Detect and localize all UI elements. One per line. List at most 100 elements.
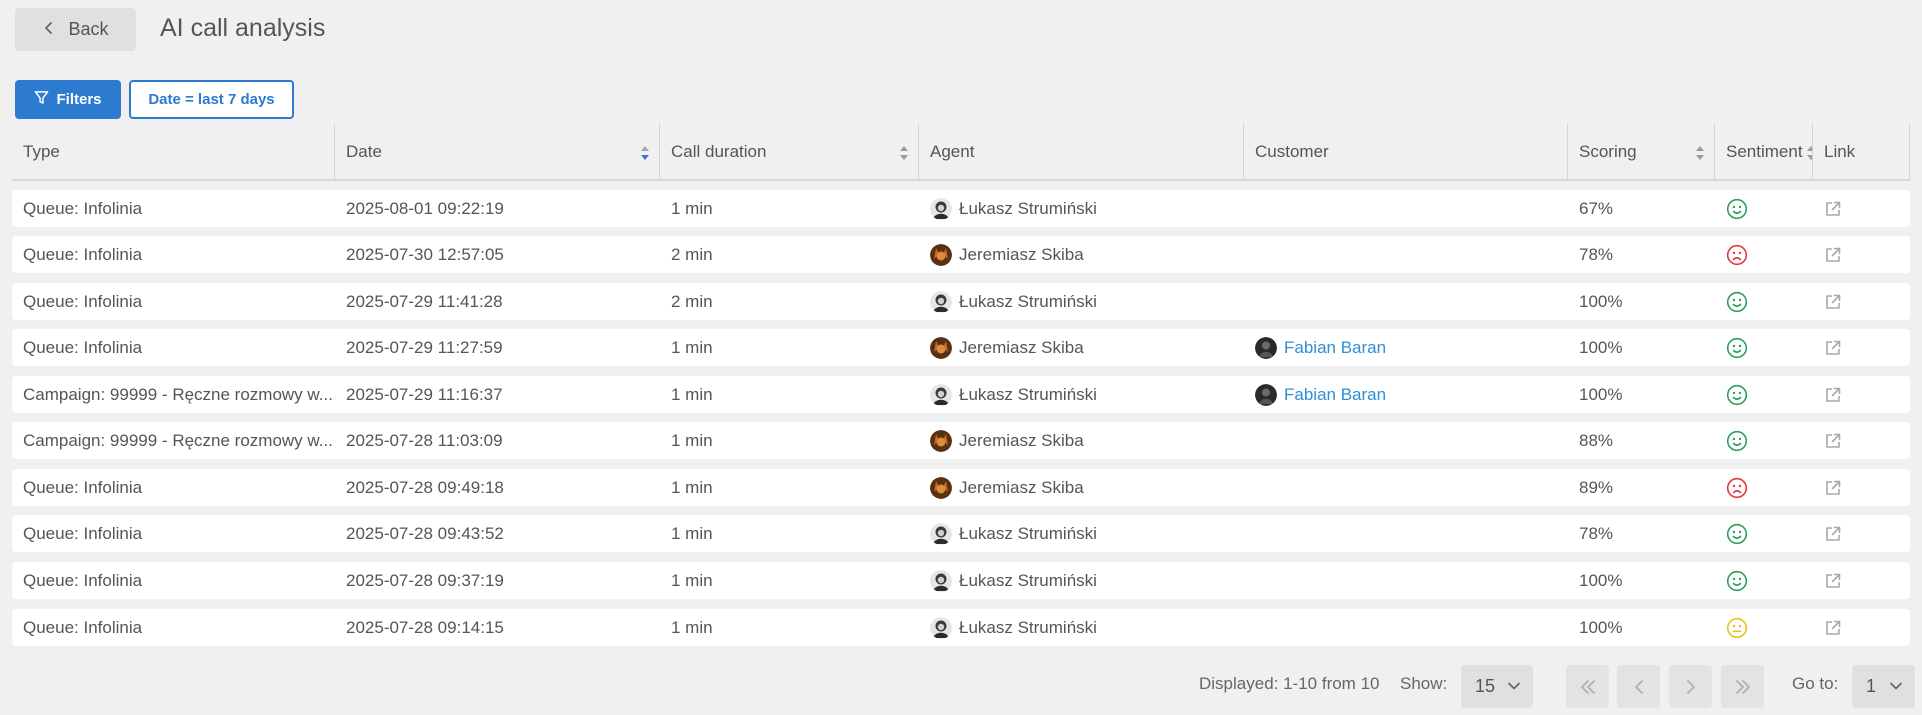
cell-agent: Łukasz Strumiński <box>919 562 1244 599</box>
cell-scoring: 67% <box>1579 198 1614 218</box>
last-page-button[interactable] <box>1721 665 1764 708</box>
external-link-icon[interactable] <box>1824 200 1842 218</box>
table-row[interactable]: Campaign: 99999 - Ręczne rozmowy w... 202… <box>12 422 1910 459</box>
table-row[interactable]: Queue: Infolinia 2025-07-29 11:41:28 2 min… <box>12 283 1910 320</box>
cell-sentiment <box>1715 329 1813 366</box>
cell-sentiment <box>1715 609 1813 646</box>
agent-name: Łukasz Strumiński <box>959 617 1097 637</box>
sort-active-icon <box>641 146 649 160</box>
cell-link <box>1813 469 1910 506</box>
goto-page-select[interactable]: 1 <box>1852 665 1915 708</box>
table-row[interactable]: Queue: Infolinia 2025-07-30 12:57:05 2 min… <box>12 236 1910 273</box>
customer-link[interactable]: Fabian Baran <box>1284 338 1386 358</box>
filters-label: Filters <box>56 91 102 108</box>
agent-name: Jeremiasz Skiba <box>959 337 1084 357</box>
column-header-label: Link <box>1824 142 1856 161</box>
column-header-label: Agent <box>930 142 975 161</box>
cell-sentiment <box>1715 515 1813 552</box>
filter-chip-date[interactable]: Date = last 7 days <box>129 80 294 119</box>
external-link-icon[interactable] <box>1824 572 1842 590</box>
cell-sentiment <box>1715 236 1813 273</box>
table-row[interactable]: Queue: Infolinia 2025-08-01 09:22:19 1 min… <box>12 190 1910 227</box>
cell-date: 2025-07-28 09:49:18 <box>346 477 504 497</box>
chevron-down-icon <box>1508 682 1520 690</box>
column-header-agent[interactable]: Agent <box>919 124 1244 180</box>
avatar <box>930 290 952 313</box>
smile-icon <box>1726 523 1748 544</box>
column-header-label: Scoring <box>1579 142 1637 161</box>
frown-icon <box>1726 477 1748 498</box>
column-header-customer[interactable]: Customer <box>1244 124 1568 180</box>
next-page-button[interactable] <box>1669 665 1712 708</box>
external-link-icon[interactable] <box>1824 246 1842 264</box>
column-header-type[interactable]: Type <box>12 124 335 180</box>
table-row[interactable]: Queue: Infolinia 2025-07-28 09:43:52 1 min… <box>12 515 1910 552</box>
avatar <box>930 429 952 452</box>
external-link-icon[interactable] <box>1824 619 1842 637</box>
filters-button[interactable]: Filters <box>15 80 121 119</box>
cell-agent: Jeremiasz Skiba <box>919 236 1244 273</box>
frown-icon <box>1726 244 1748 265</box>
table-row[interactable]: Campaign: 99999 - Ręczne rozmowy w... 202… <box>12 376 1910 413</box>
cell-customer <box>1244 236 1568 273</box>
first-page-button[interactable] <box>1566 665 1609 708</box>
cell-duration: 1 min <box>671 337 713 357</box>
cell-type: Queue: Infolinia <box>23 617 143 637</box>
cell-sentiment <box>1715 422 1813 459</box>
cell-duration: 1 min <box>671 477 713 497</box>
prev-page-button[interactable] <box>1617 665 1660 708</box>
customer-link[interactable]: Fabian Baran <box>1284 385 1386 405</box>
smile-icon <box>1726 570 1748 591</box>
cell-scoring: 78% <box>1579 244 1614 264</box>
page-size-label: Show: <box>1400 674 1448 693</box>
cell-scoring: 100% <box>1579 617 1623 637</box>
external-link-icon[interactable] <box>1824 525 1842 543</box>
back-button[interactable]: Back <box>15 8 136 51</box>
cell-scoring: 89% <box>1579 477 1614 497</box>
cell-sentiment <box>1715 562 1813 599</box>
column-header-scoring[interactable]: Scoring <box>1568 124 1715 180</box>
column-header-duration[interactable]: Call duration <box>660 124 919 180</box>
external-link-icon[interactable] <box>1824 386 1842 404</box>
cell-link <box>1813 190 1910 227</box>
column-header-date[interactable]: Date <box>335 124 660 180</box>
cell-date: 2025-08-01 09:22:19 <box>346 198 504 218</box>
table-row[interactable]: Queue: Infolinia 2025-07-28 09:49:18 1 min… <box>12 469 1910 506</box>
first-page-icon <box>1580 679 1595 694</box>
external-link-icon[interactable] <box>1824 479 1842 497</box>
back-label: Back <box>68 19 109 39</box>
table-row[interactable]: Queue: Infolinia 2025-07-28 09:14:15 1 min… <box>12 609 1910 646</box>
avatar <box>1255 383 1277 406</box>
cell-scoring: 78% <box>1579 523 1614 543</box>
column-header-link[interactable]: Link <box>1813 124 1910 180</box>
cell-link <box>1813 562 1910 599</box>
funnel-icon <box>34 90 49 109</box>
cell-date: 2025-07-30 12:57:05 <box>346 244 504 264</box>
cell-agent: Jeremiasz Skiba <box>919 422 1244 459</box>
cell-duration: 2 min <box>671 291 713 311</box>
cell-link <box>1813 515 1910 552</box>
cell-scoring: 100% <box>1579 384 1623 404</box>
column-header-label: Customer <box>1255 142 1329 161</box>
external-link-icon[interactable] <box>1824 339 1842 357</box>
cell-type: Queue: Infolinia <box>23 291 143 311</box>
cell-link <box>1813 329 1910 366</box>
table-row[interactable]: Queue: Infolinia 2025-07-28 09:37:19 1 min… <box>12 562 1910 599</box>
external-link-icon[interactable] <box>1824 432 1842 450</box>
cell-agent: Łukasz Strumiński <box>919 190 1244 227</box>
column-header-label: Type <box>23 142 60 161</box>
cell-link <box>1813 283 1910 320</box>
neutral-face-icon <box>1726 617 1748 638</box>
table-row[interactable]: Queue: Infolinia 2025-07-29 11:27:59 1 min… <box>12 329 1910 366</box>
cell-customer: Fabian Baran <box>1244 329 1568 366</box>
cell-duration: 1 min <box>671 430 713 450</box>
cell-customer <box>1244 283 1568 320</box>
page-size-select[interactable]: 15 <box>1461 665 1533 708</box>
external-link-icon[interactable] <box>1824 293 1842 311</box>
last-page-icon <box>1735 679 1750 694</box>
cell-agent: Jeremiasz Skiba <box>919 469 1244 506</box>
column-header-sentiment[interactable]: Sentiment <box>1715 124 1813 180</box>
pagination-summary: Displayed: 1-10 from 10 <box>1199 674 1380 693</box>
cell-date: 2025-07-28 11:03:09 <box>346 430 503 450</box>
avatar <box>930 197 952 220</box>
